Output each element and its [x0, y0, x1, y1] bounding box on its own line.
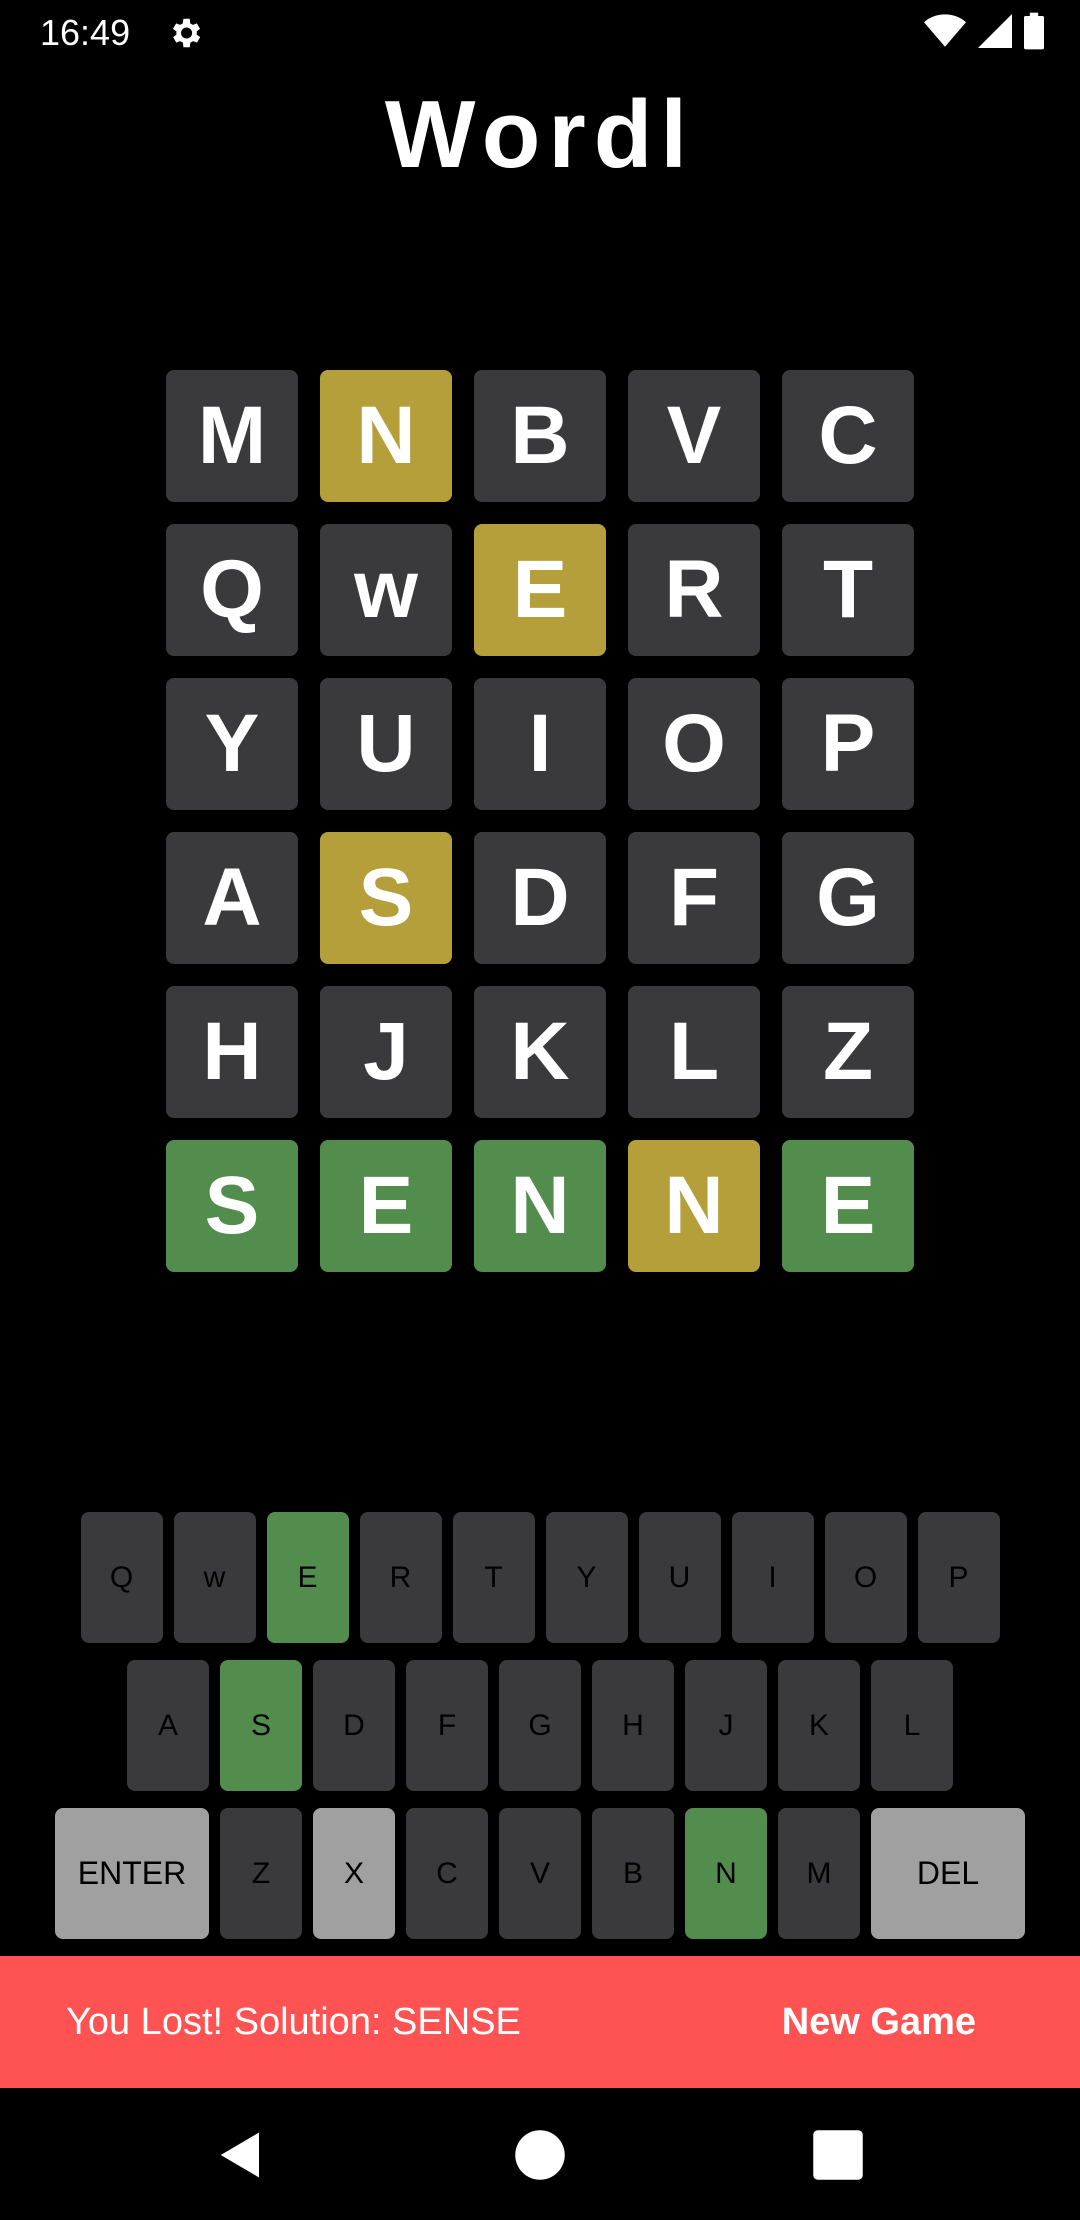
new-game-button[interactable]: New Game: [782, 2001, 976, 2044]
keyboard-row: ENTER Z X C V B N M DEL: [0, 1808, 1080, 1939]
status-icons: [924, 12, 1044, 50]
snackbar-message: You Lost! Solution: SENSE: [66, 2000, 521, 2043]
board-tile: E: [782, 1140, 914, 1272]
keyboard-row: QwERTYUIOP: [0, 1512, 1080, 1643]
key-c[interactable]: C: [406, 1808, 488, 1939]
battery-icon: [1024, 12, 1044, 50]
board-tile: N: [474, 1140, 606, 1272]
key-m[interactable]: M: [778, 1808, 860, 1939]
key-y[interactable]: Y: [545, 1512, 628, 1643]
key-o[interactable]: O: [824, 1512, 907, 1643]
board-tile: T: [782, 524, 914, 656]
board-row: SENNE: [166, 1140, 914, 1272]
board-tile: Y: [166, 678, 298, 810]
keyboard-row: ASDFGHJKL: [0, 1660, 1080, 1791]
key-e[interactable]: E: [266, 1512, 349, 1643]
key-u[interactable]: U: [638, 1512, 721, 1643]
board-tile: S: [320, 832, 452, 964]
key-d[interactable]: D: [313, 1660, 395, 1791]
board-tile: J: [320, 986, 452, 1118]
key-z[interactable]: Z: [220, 1808, 302, 1939]
wifi-icon: [924, 14, 966, 47]
key-f[interactable]: F: [406, 1660, 488, 1791]
status-time: 16:49: [40, 12, 131, 53]
key-q[interactable]: Q: [80, 1512, 163, 1643]
signal-icon: [978, 14, 1012, 48]
board-tile: F: [628, 832, 760, 964]
key-a[interactable]: A: [127, 1660, 209, 1791]
board-tile: N: [320, 370, 452, 502]
key-k[interactable]: K: [778, 1660, 860, 1791]
key-x[interactable]: X: [313, 1808, 395, 1939]
board-row: ASDFG: [166, 832, 914, 964]
status-bar: 16:49: [0, 0, 1080, 66]
result-snackbar: You Lost! Solution: SENSE New Game: [0, 1956, 1080, 2088]
board-tile: Z: [782, 986, 914, 1118]
board-tile: I: [474, 678, 606, 810]
board-tile: E: [320, 1140, 452, 1272]
board-row: YUIOP: [166, 678, 914, 810]
board-tile: V: [628, 370, 760, 502]
on-screen-keyboard: Qw E R T Y U I O P A S D F G H J K L ENTER Z X C V B N M DEL: [0, 1512, 1080, 1956]
board-tile: U: [320, 678, 452, 810]
gear-icon[interactable]: [166, 14, 204, 52]
key-h[interactable]: H: [592, 1660, 674, 1791]
board-tile: K: [474, 986, 606, 1118]
key-v[interactable]: V: [499, 1808, 581, 1939]
key-i[interactable]: I: [731, 1512, 814, 1643]
board-tile: A: [166, 832, 298, 964]
navigation-bar: [0, 2088, 1080, 2220]
board-tile: O: [628, 678, 760, 810]
key-s[interactable]: S: [220, 1660, 302, 1791]
key-b[interactable]: B: [592, 1808, 674, 1939]
board-tile: E: [474, 524, 606, 656]
board-tile: Q: [166, 524, 298, 656]
board-tile: w: [320, 524, 452, 656]
key-r[interactable]: R: [359, 1512, 442, 1643]
board-tile: B: [474, 370, 606, 502]
board-tile: D: [474, 832, 606, 964]
board-tile: G: [782, 832, 914, 964]
key-g[interactable]: G: [499, 1660, 581, 1791]
board-tile: L: [628, 986, 760, 1118]
board-tile: R: [628, 524, 760, 656]
board-row: HJKLZ: [166, 986, 914, 1118]
board-tile: C: [782, 370, 914, 502]
board-row: QwERT: [166, 524, 914, 656]
key-enter[interactable]: ENTER: [55, 1808, 209, 1939]
board-row: MNBVC: [166, 370, 914, 502]
key-del[interactable]: DEL: [871, 1808, 1025, 1939]
board-tile: M: [166, 370, 298, 502]
board-tile: N: [628, 1140, 760, 1272]
board-tile: S: [166, 1140, 298, 1272]
key-j[interactable]: J: [685, 1660, 767, 1791]
home-icon[interactable]: [513, 2128, 567, 2182]
key-t[interactable]: T: [452, 1512, 535, 1643]
key-l[interactable]: L: [871, 1660, 953, 1791]
back-icon[interactable]: [214, 2128, 268, 2182]
key-n[interactable]: N: [685, 1808, 767, 1939]
recents-icon[interactable]: [811, 2128, 865, 2182]
board-tile: P: [782, 678, 914, 810]
key-w[interactable]: w: [173, 1512, 256, 1643]
board-tile: H: [166, 986, 298, 1118]
key-p[interactable]: P: [917, 1512, 1000, 1643]
game-board: MNBVCQwERTYUIOPASDFGHJKLZSENNE: [166, 370, 914, 1294]
app-title: Wordl: [384, 81, 696, 188]
